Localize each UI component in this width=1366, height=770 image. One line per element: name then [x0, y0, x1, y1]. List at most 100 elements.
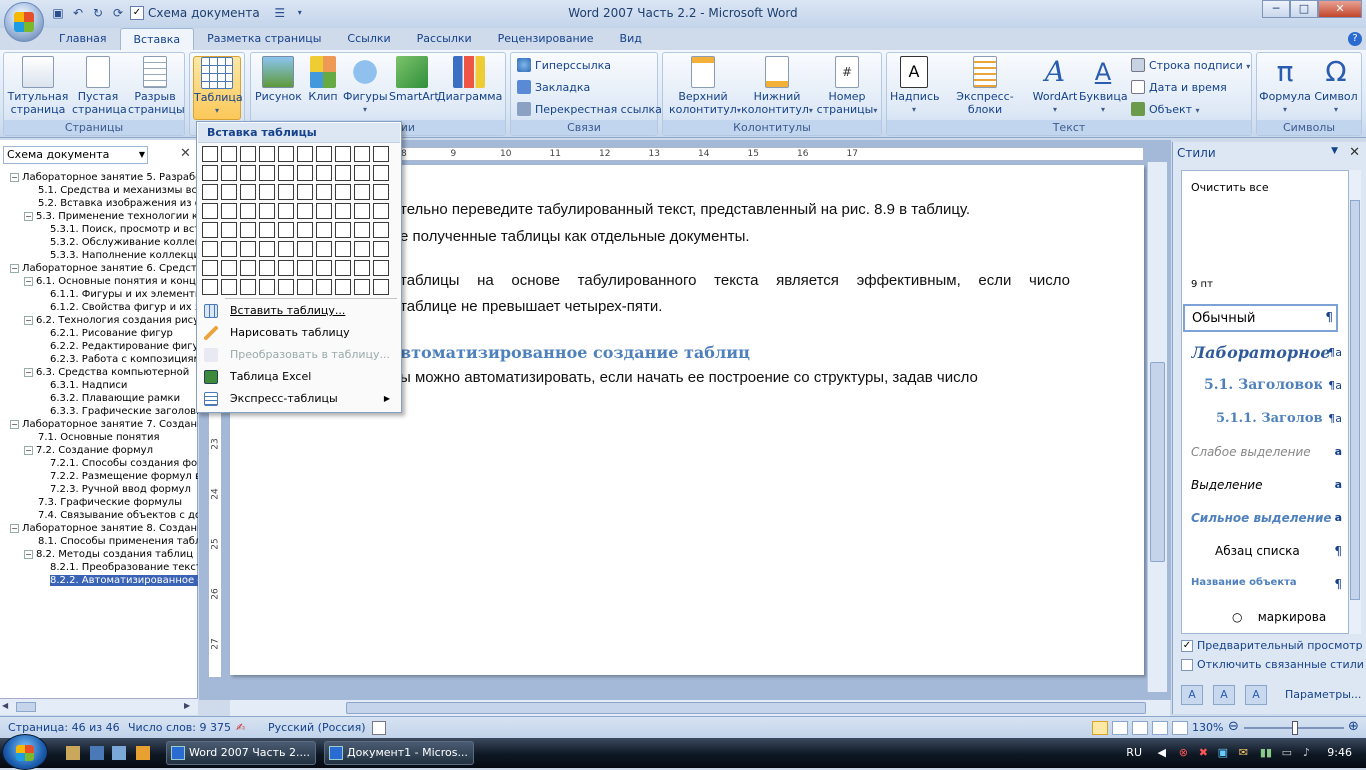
- new-style-icon[interactable]: A: [1181, 685, 1203, 705]
- zoom-out-icon[interactable]: ⊖: [1228, 720, 1239, 734]
- table-grid-cell[interactable]: [373, 260, 389, 276]
- styles-options-link[interactable]: Параметры...: [1285, 688, 1361, 701]
- table-grid-cell[interactable]: [297, 260, 313, 276]
- table-grid-cell[interactable]: [335, 146, 351, 162]
- table-grid-cell[interactable]: [259, 279, 275, 295]
- collapse-toggle-icon[interactable]: −: [24, 368, 33, 377]
- bookmark-button[interactable]: Закладка: [517, 78, 590, 98]
- doc-scroll-thumb[interactable]: [1150, 362, 1165, 562]
- nav-tree-item[interactable]: −5.3. Применение технологии к: [24, 210, 198, 223]
- table-size-grid[interactable]: [202, 146, 389, 295]
- table-grid-cell[interactable]: [373, 184, 389, 200]
- nav-tree-item[interactable]: −8.2. Методы создания таблиц: [24, 548, 193, 561]
- collapse-toggle-icon[interactable]: −: [10, 420, 19, 429]
- table-grid-cell[interactable]: [316, 241, 332, 257]
- table-grid-cell[interactable]: [240, 146, 256, 162]
- style-intense-emphasis[interactable]: Сильное выделение: [1191, 511, 1341, 525]
- tray-security-icon[interactable]: ⊗: [1179, 738, 1188, 768]
- nav-close-icon[interactable]: ✕: [180, 146, 191, 161]
- table-grid-cell[interactable]: [354, 146, 370, 162]
- wordart-button[interactable]: A WordArt ▾: [1031, 56, 1079, 116]
- taskbar-word-part2[interactable]: Word 2007 Часть 2....: [166, 741, 316, 765]
- shapes-button[interactable]: Фигуры ▾: [343, 56, 388, 116]
- table-grid-cell[interactable]: [335, 184, 351, 200]
- table-grid-cell[interactable]: [354, 222, 370, 238]
- quickparts-button[interactable]: Экспресс-блоки ▾: [941, 56, 1029, 129]
- table-grid-cell[interactable]: [335, 165, 351, 181]
- nav-tree-item[interactable]: 7.2.2. Размещение формул в: [50, 470, 198, 483]
- maximize-button[interactable]: □: [1290, 0, 1318, 18]
- draw-table-item[interactable]: Нарисовать таблицу: [198, 322, 400, 344]
- style-list-paragraph[interactable]: Абзац списка: [1215, 544, 1348, 558]
- table-grid-cell[interactable]: [297, 222, 313, 238]
- style-lab[interactable]: Лабораторное: [1191, 343, 1341, 362]
- web-layout-icon[interactable]: [1132, 721, 1148, 735]
- show-desktop-icon[interactable]: [66, 746, 80, 760]
- nav-pane-selector[interactable]: Схема документа ▼: [3, 146, 148, 164]
- table-grid-cell[interactable]: [240, 279, 256, 295]
- tab-view[interactable]: Вид: [607, 28, 655, 50]
- table-grid-cell[interactable]: [278, 222, 294, 238]
- tray-signal-icon[interactable]: ▮▮: [1260, 738, 1272, 768]
- minimize-button[interactable]: ─: [1262, 0, 1290, 18]
- dropcap-button[interactable]: A Буквица ▾: [1079, 56, 1128, 116]
- table-grid-cell[interactable]: [297, 165, 313, 181]
- table-grid-cell[interactable]: [316, 165, 332, 181]
- table-grid-cell[interactable]: [221, 279, 237, 295]
- table-grid-cell[interactable]: [316, 260, 332, 276]
- collapse-toggle-icon[interactable]: −: [10, 264, 19, 273]
- table-grid-cell[interactable]: [335, 260, 351, 276]
- table-grid-cell[interactable]: [240, 203, 256, 219]
- table-grid-cell[interactable]: [278, 165, 294, 181]
- nav-tree-item[interactable]: 7.1. Основные понятия: [38, 431, 160, 444]
- doc-hscroll-thumb[interactable]: [346, 702, 1146, 714]
- styles-scrollbar[interactable]: [1349, 170, 1361, 634]
- formula-button[interactable]: π Формула ▾: [1259, 56, 1311, 116]
- style-subtle-emphasis[interactable]: Слабое выделение: [1191, 445, 1341, 459]
- table-grid-cell[interactable]: [297, 146, 313, 162]
- table-button[interactable]: Таблица ▾: [193, 56, 243, 120]
- tray-app-icon[interactable]: ✉: [1239, 738, 1248, 768]
- zoom-slider-thumb[interactable]: [1292, 721, 1298, 735]
- nav-tree-item[interactable]: 5.2. Вставка изображения из ф: [38, 197, 198, 210]
- tray-expand-icon[interactable]: ◀: [1158, 738, 1166, 768]
- nav-tree-item[interactable]: 6.3.1. Надписи: [50, 379, 127, 392]
- explorer-icon[interactable]: [90, 746, 104, 760]
- tab-mailings[interactable]: Рассылки: [404, 28, 485, 50]
- help-icon[interactable]: ?: [1348, 32, 1362, 46]
- chart-button[interactable]: Диаграмма: [437, 56, 502, 103]
- tray-network-icon[interactable]: ▣: [1218, 738, 1228, 768]
- table-grid-cell[interactable]: [259, 165, 275, 181]
- table-grid-cell[interactable]: [240, 222, 256, 238]
- table-grid-cell[interactable]: [259, 222, 275, 238]
- table-grid-cell[interactable]: [259, 184, 275, 200]
- nav-tree-item[interactable]: − Лабораторное занятие 5. Разрабо: [10, 171, 198, 184]
- table-grid-cell[interactable]: [373, 203, 389, 219]
- preview-checkbox[interactable]: ✓: [1181, 640, 1193, 652]
- zoom-level[interactable]: 130%: [1192, 720, 1223, 736]
- page-number-button[interactable]: # Номер страницы▾: [815, 56, 879, 117]
- nav-tree-item[interactable]: 5.3.2. Обслуживание коллек: [50, 236, 198, 249]
- nav-tree-item[interactable]: 8.1. Способы применения табли: [38, 535, 198, 548]
- table-grid-cell[interactable]: [297, 279, 313, 295]
- table-grid-cell[interactable]: [354, 260, 370, 276]
- table-grid-cell[interactable]: [202, 222, 218, 238]
- status-language[interactable]: Русский (Россия): [268, 720, 366, 736]
- tab-references[interactable]: Ссылки: [334, 28, 403, 50]
- nav-scroll-thumb[interactable]: [16, 702, 36, 712]
- table-grid-cell[interactable]: [202, 279, 218, 295]
- table-grid-cell[interactable]: [278, 146, 294, 162]
- table-grid-cell[interactable]: [259, 203, 275, 219]
- table-grid-cell[interactable]: [297, 184, 313, 200]
- table-grid-cell[interactable]: [202, 260, 218, 276]
- nav-tree-item[interactable]: −7.2. Создание формул: [24, 444, 153, 457]
- nav-tree-item[interactable]: −6.3. Средства компьютерной: [24, 366, 189, 379]
- nav-tree-item[interactable]: 6.2.2. Редактирование фигу: [50, 340, 198, 353]
- taskbar-document1[interactable]: Документ1 - Micros...: [324, 741, 474, 765]
- tray-display-icon[interactable]: ▭: [1282, 738, 1292, 768]
- table-grid-cell[interactable]: [202, 184, 218, 200]
- table-grid-cell[interactable]: [373, 279, 389, 295]
- media-player-icon[interactable]: [136, 746, 150, 760]
- styles-pane-close-icon[interactable]: ✕: [1349, 145, 1360, 160]
- style-heading-1[interactable]: 5.1. Заголовок: [1204, 377, 1322, 393]
